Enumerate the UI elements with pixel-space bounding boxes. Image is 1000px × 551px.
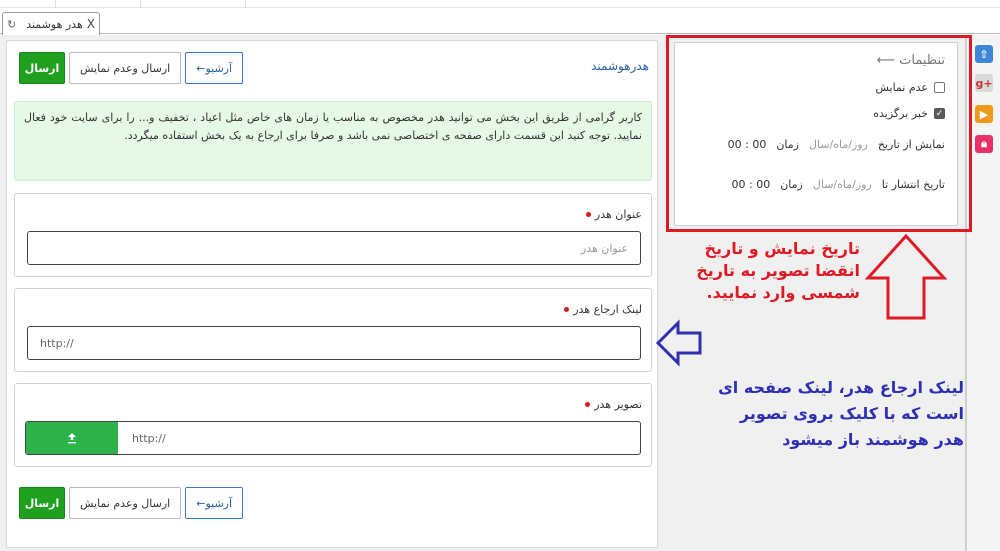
submit-button-bottom[interactable]: ارسال <box>19 487 65 519</box>
tab-label: هدر هوشمند <box>26 17 83 31</box>
title-label: عنوان هدر <box>585 208 642 221</box>
tab-smart-header[interactable]: X هدر هوشمند ↻ <box>2 12 100 35</box>
up-arrow-icon <box>864 233 948 320</box>
required-dot-icon <box>585 212 591 217</box>
close-icon[interactable]: X <box>87 17 95 31</box>
submit-hide-button[interactable]: ارسال وعدم نمایش <box>69 52 182 84</box>
lock-icon[interactable]: 🔒︎ <box>975 135 993 153</box>
title-group: عنوان هدر عنوان هدر <box>14 193 652 277</box>
upload-icon <box>68 433 76 444</box>
image-label: تصویر هدر <box>585 398 642 411</box>
page-title: هدرهوشمند <box>591 59 649 73</box>
link-annotation: لینک ارجاع هدر، لینک صفحه ای است که با ک… <box>718 378 964 449</box>
date-annotation: تاریخ نمایش و تاریخ انقضا تصویر به تاریخ… <box>696 239 860 302</box>
submit-button[interactable]: ارسال <box>19 52 65 84</box>
share-icon[interactable]: ⇧ <box>975 45 993 63</box>
upload-button[interactable] <box>26 422 118 454</box>
title-input[interactable]: عنوان هدر <box>27 231 641 265</box>
image-label-text: تصویر هدر <box>594 398 642 411</box>
google-plus-icon[interactable]: g+ <box>975 74 993 92</box>
link-group: لینک ارجاع هدر http:// <box>14 288 652 372</box>
image-file-field: http:// <box>25 421 641 455</box>
info-message: کاربر گرامی از طریق این بخش می توانید هد… <box>14 101 652 181</box>
tab-strip: X هدر هوشمند ↻ <box>0 12 1000 35</box>
link-label-text: لینک ارجاع هدر <box>573 303 642 316</box>
archive-button[interactable]: آرشیو← <box>185 52 244 84</box>
required-dot-icon <box>564 307 570 312</box>
archive-button-bottom[interactable]: آرشیو← <box>185 487 244 519</box>
required-dot-icon <box>585 402 591 407</box>
top-strip <box>0 0 1000 8</box>
image-group: تصویر هدر http:// <box>14 383 652 467</box>
title-label-text: عنوان هدر <box>594 208 642 221</box>
form-panel: هدرهوشمند ارسال ارسال وعدم نمایش آرشیو← … <box>6 40 658 548</box>
refresh-icon[interactable]: ↻ <box>7 18 16 31</box>
bottom-button-row: ارسال ارسال وعدم نمایش آرشیو← <box>19 487 244 519</box>
left-arrow-icon <box>655 319 702 367</box>
video-icon[interactable]: ▶ <box>975 105 993 123</box>
top-button-row: ارسال ارسال وعدم نمایش آرشیو← <box>19 52 244 84</box>
settings-highlight-box <box>666 35 972 232</box>
image-url-input[interactable]: http:// <box>118 422 640 454</box>
submit-hide-button-bottom[interactable]: ارسال وعدم نمایش <box>69 487 182 519</box>
link-input[interactable]: http:// <box>27 326 641 360</box>
link-label: لینک ارجاع هدر <box>564 303 642 316</box>
